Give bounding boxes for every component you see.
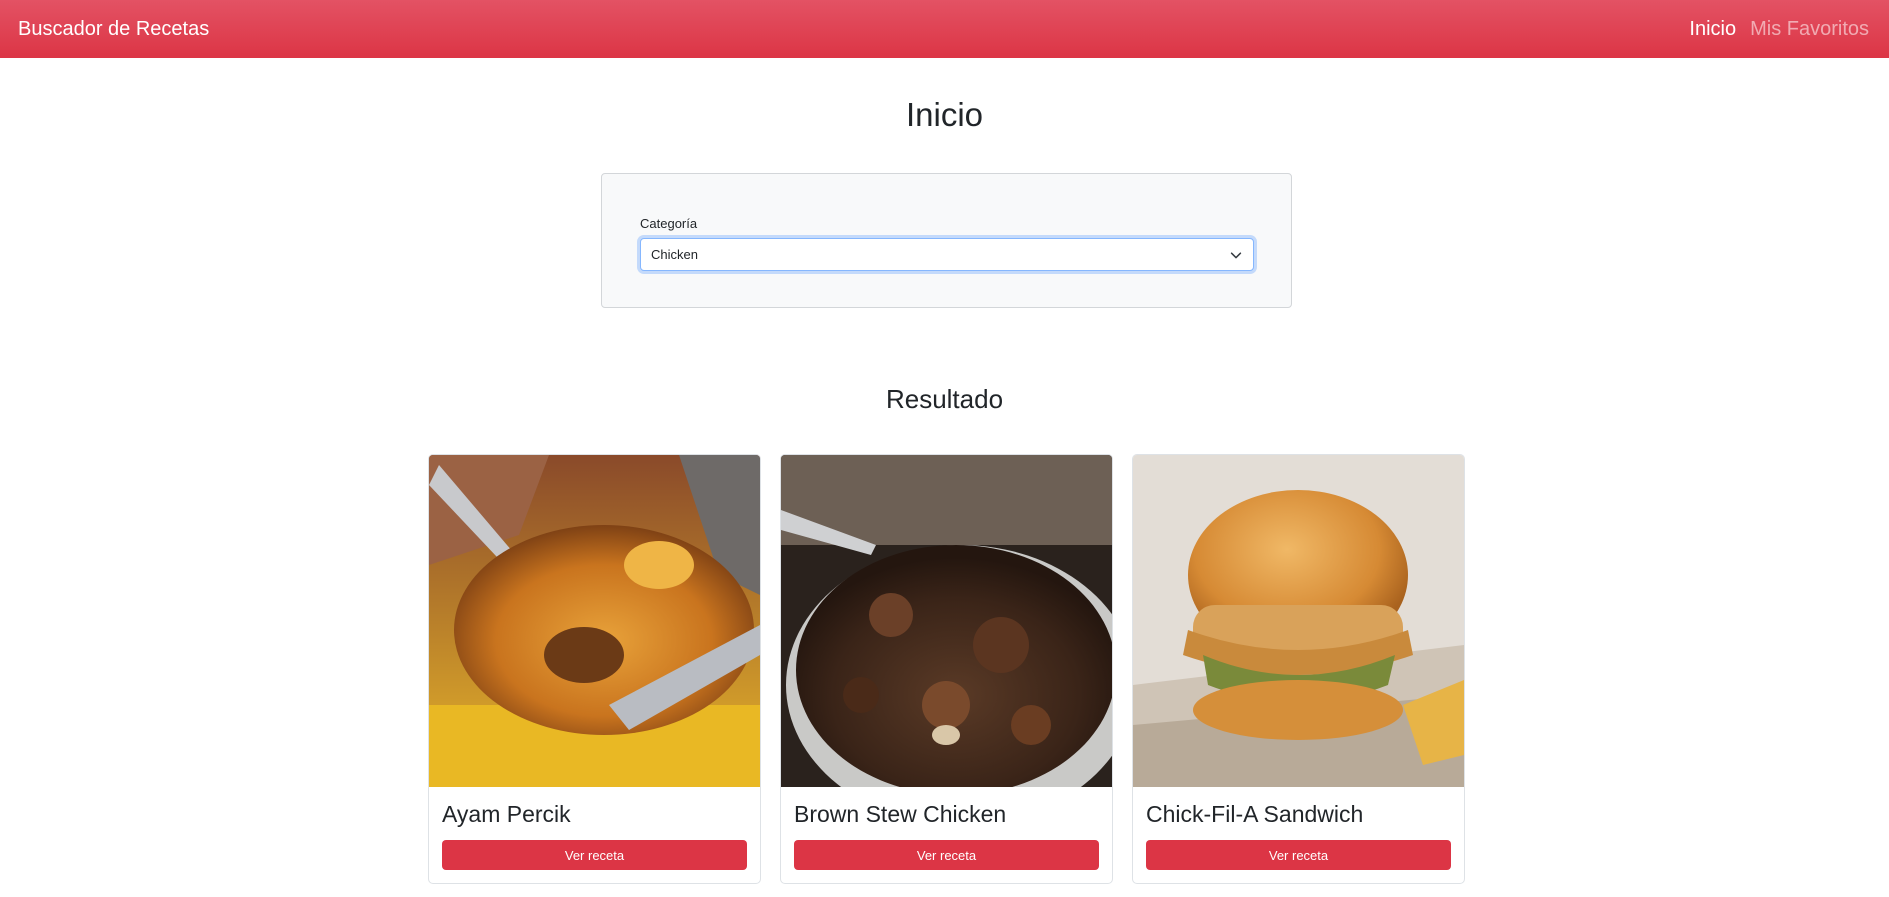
recipe-card-title: Ayam Percik	[442, 801, 571, 827]
category-label: Categoría	[640, 216, 698, 231]
view-recipe-button[interactable]: Ver receta	[442, 840, 747, 870]
chevron-down-icon	[1230, 252, 1242, 259]
recipe-card: Brown Stew Chicken Ver receta	[780, 454, 1113, 884]
top-navbar: Buscador de Recetas Inicio Mis Favoritos	[0, 0, 1889, 58]
view-recipe-button[interactable]: Ver receta	[794, 840, 1099, 870]
page-title: Inicio	[905, 96, 984, 133]
category-select[interactable]: Chicken	[640, 238, 1254, 271]
recipe-image-baked-chicken	[429, 455, 760, 787]
brand-link[interactable]: Buscador de Recetas	[18, 18, 209, 41]
recipe-image-stew-chicken	[781, 455, 1112, 787]
view-recipe-button[interactable]: Ver receta	[1146, 840, 1451, 870]
recipe-image-chicken-sandwich	[1133, 455, 1464, 787]
category-select-value: Chicken	[651, 247, 698, 262]
recipe-card: Chick-Fil-A Sandwich Ver receta	[1132, 454, 1465, 884]
nav-link-mis-favoritos[interactable]: Mis Favoritos	[1750, 18, 1869, 41]
recipe-card: Ayam Percik Ver receta	[428, 454, 761, 884]
nav-links: Inicio Mis Favoritos	[1675, 18, 1869, 41]
recipe-card-title: Brown Stew Chicken	[794, 801, 1007, 827]
recipe-card-title: Chick-Fil-A Sandwich	[1146, 801, 1364, 827]
nav-link-inicio[interactable]: Inicio	[1689, 18, 1736, 41]
filter-panel: Categoría Chicken	[601, 173, 1292, 308]
results-title: Resultado	[885, 384, 1004, 414]
